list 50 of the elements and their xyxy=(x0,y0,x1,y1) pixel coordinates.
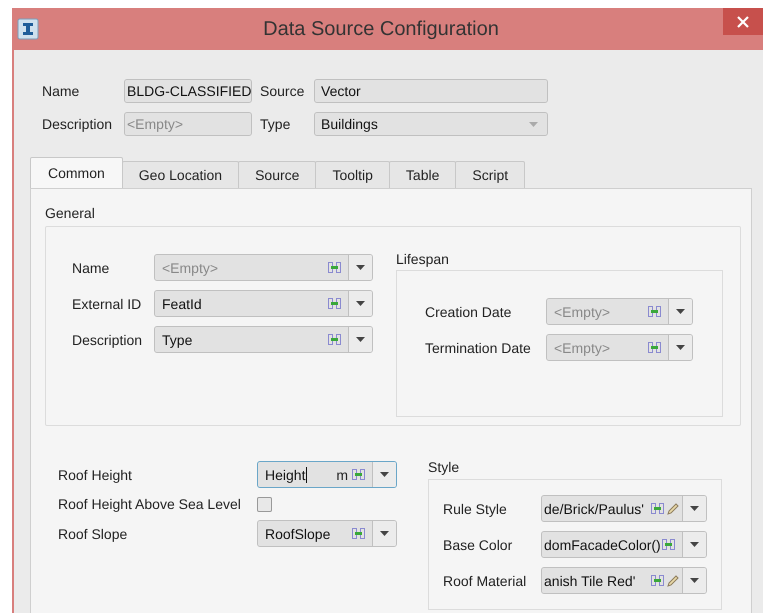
dropdown-arrow-icon xyxy=(529,122,538,126)
app-icon xyxy=(17,18,39,40)
field-label: Rule Style xyxy=(443,500,508,516)
link-icon xyxy=(651,503,664,514)
tab[interactable]: Source xyxy=(238,161,316,188)
link-icon xyxy=(651,575,664,586)
link-icon xyxy=(648,342,661,353)
link-icon xyxy=(352,528,365,539)
field-label: Roof Height Above Sea Level xyxy=(58,496,242,512)
combo-box[interactable]: Type xyxy=(154,326,373,353)
field-label: Type xyxy=(260,116,292,132)
field-label: Roof Slope xyxy=(58,526,128,542)
field-label: External ID xyxy=(72,296,142,312)
type-dropdown[interactable]: Buildings xyxy=(314,112,548,136)
link-icon xyxy=(328,334,341,345)
close-icon xyxy=(737,16,749,28)
text-field[interactable]: Vector xyxy=(314,79,548,103)
field-label: Name xyxy=(72,260,110,276)
field-label: Base Color xyxy=(443,536,514,552)
field-label: Source xyxy=(260,83,306,99)
tab[interactable]: Common xyxy=(30,157,123,188)
field-label: Roof Material xyxy=(443,572,528,588)
combo-box[interactable]: domFacadeColor() xyxy=(541,531,707,558)
field-label: Termination Date xyxy=(425,340,532,356)
close-button[interactable] xyxy=(723,8,763,35)
link-icon xyxy=(352,469,365,480)
tab[interactable]: Script xyxy=(455,161,526,188)
tab[interactable]: Table xyxy=(388,161,456,188)
window-title: Data Source Configuration xyxy=(262,18,500,41)
link-icon xyxy=(648,306,661,317)
section-title: Style xyxy=(428,459,460,475)
link-icon xyxy=(662,539,675,550)
field-label: Description xyxy=(42,116,114,132)
field-label: Description xyxy=(72,332,144,348)
combo-box[interactable]: FeatId xyxy=(154,290,373,317)
link-icon xyxy=(328,298,341,309)
text-field[interactable]: BLDG-CLASSIFIED xyxy=(124,79,252,103)
combo-box[interactable]: anish Tile Red' xyxy=(541,567,707,594)
section-title: Lifespan xyxy=(396,251,450,267)
section-title: General xyxy=(45,205,96,221)
field-label: Creation Date xyxy=(425,304,512,320)
combo-box[interactable]: RoofSlope xyxy=(257,520,397,547)
link-icon xyxy=(328,262,341,273)
tab[interactable]: Geo Location xyxy=(122,161,240,188)
field-label: Roof Height xyxy=(58,466,133,482)
combo-box[interactable]: Height m xyxy=(257,461,397,488)
checkbox[interactable] xyxy=(257,496,272,512)
combo-box[interactable]: de/Brick/Paulus' xyxy=(541,495,707,522)
field-label: Name xyxy=(42,83,80,99)
tab[interactable]: Tooltip xyxy=(315,161,390,188)
